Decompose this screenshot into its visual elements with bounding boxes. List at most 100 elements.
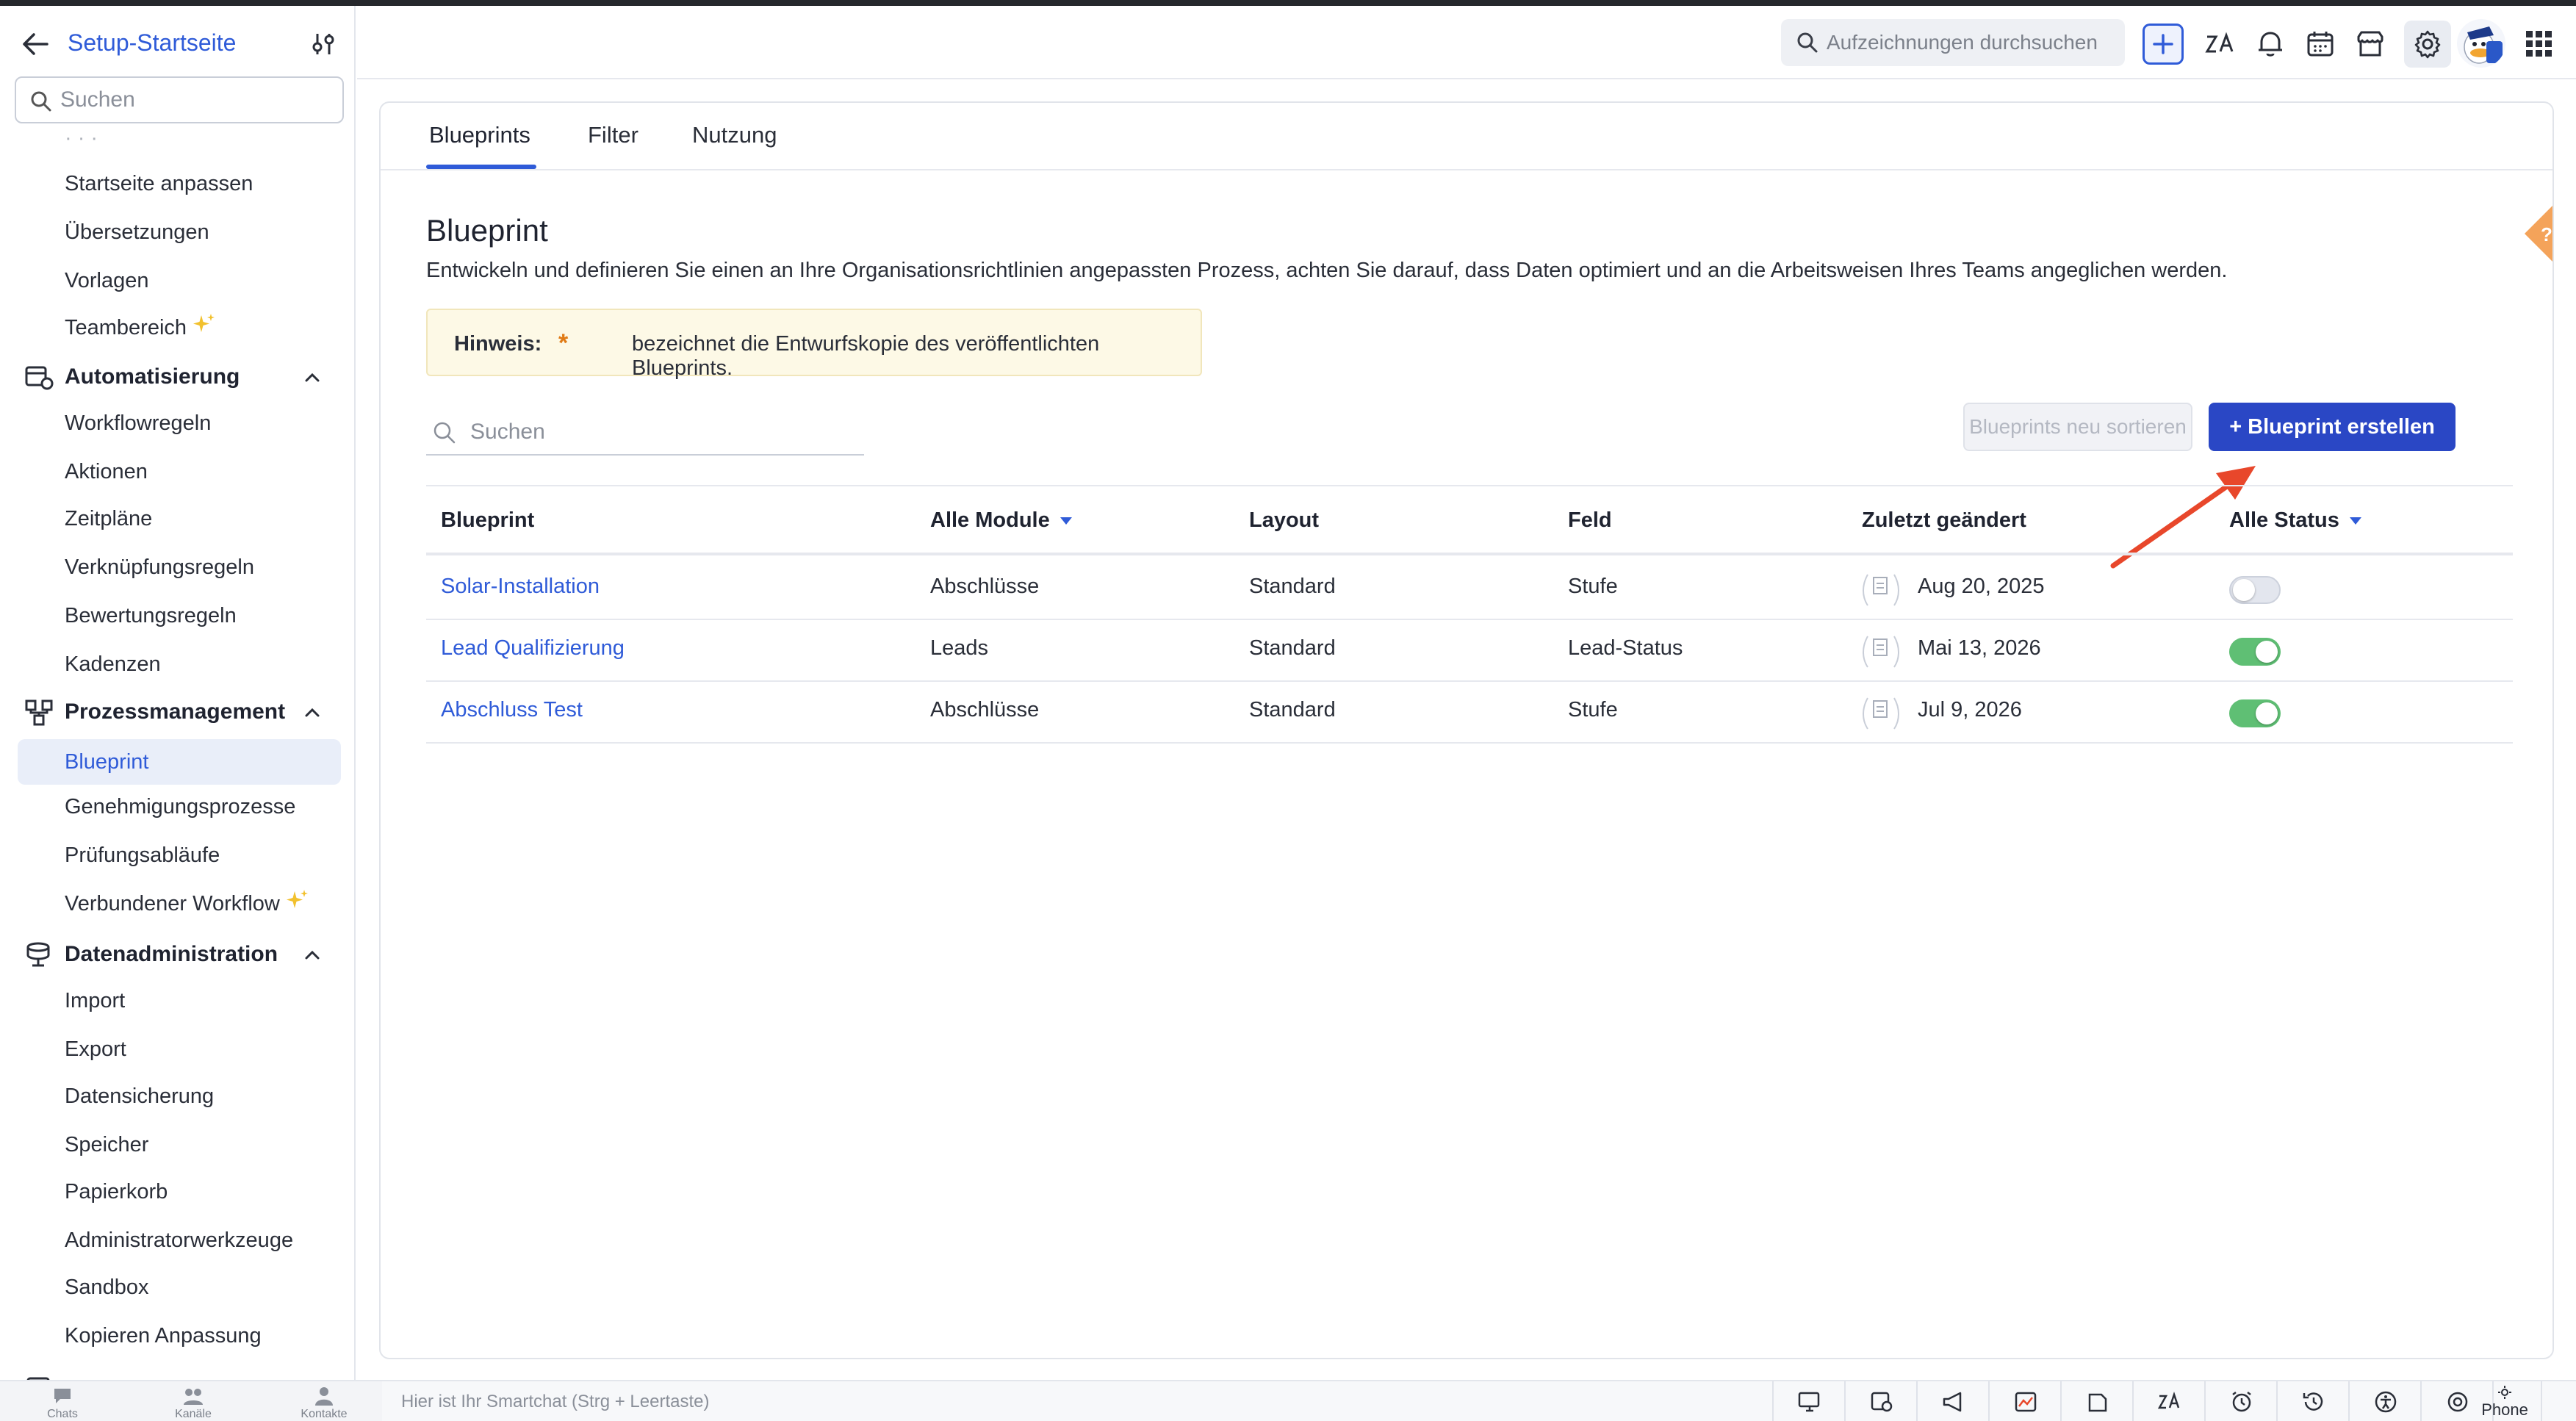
status-toggle[interactable]	[2229, 699, 2281, 727]
sidebar-item-verknuepfungsregeln[interactable]: Verknüpfungsregeln	[65, 553, 254, 582]
apps-grid-icon[interactable]	[2523, 28, 2555, 60]
blueprint-name-link[interactable]: Solar-Installation	[441, 575, 600, 599]
blueprint-search[interactable]	[426, 410, 864, 456]
create-new-button[interactable]	[2143, 24, 2184, 65]
back-arrow-icon[interactable]	[19, 28, 51, 60]
settings-button[interactable]	[2404, 21, 2451, 68]
create-blueprint-button[interactable]: + Blueprint erstellen	[2209, 403, 2456, 451]
sidebar-item-vorlagen[interactable]: Vorlagen	[65, 266, 149, 295]
sidebar-item-bewertungsregeln[interactable]: Bewertungsregeln	[65, 601, 237, 630]
marketplace-icon[interactable]	[2354, 28, 2386, 60]
header-status-filter[interactable]: Alle Status	[2229, 508, 2361, 533]
sidebar-item-zeitplaene[interactable]: Zeitpläne	[65, 504, 152, 533]
sidebar-item-kadenzen[interactable]: Kadenzen	[65, 650, 161, 679]
tab-blueprints[interactable]: Blueprints	[429, 122, 530, 148]
sidebar-search[interactable]	[15, 76, 344, 123]
sidebar-item-genehmigungsprozesse[interactable]: Genehmigungsprozesse	[65, 792, 295, 821]
sidebar-item-papierkorb[interactable]: Papierkorb	[65, 1177, 168, 1206]
at-sign-icon	[2447, 1392, 2468, 1412]
section-label: Datenadministration	[65, 942, 278, 966]
sidebar-item-label: Teambereich	[65, 316, 187, 339]
zia-bottom-button[interactable]	[2134, 1381, 2206, 1421]
tab-nutzung[interactable]: Nutzung	[692, 122, 777, 148]
analytics-button[interactable]	[1990, 1381, 2062, 1421]
setup-sidebar: Setup-Startseite · · · Startseite anpass…	[0, 6, 356, 1380]
alarm-button[interactable]	[2206, 1381, 2278, 1421]
tab-filter[interactable]: Filter	[588, 122, 638, 148]
sidebar-item-administratorwerkzeuge[interactable]: Administratorwerkzeuge	[65, 1226, 293, 1255]
help-icon[interactable]: ?	[2516, 198, 2554, 269]
notification-bell-icon[interactable]	[2254, 28, 2287, 60]
sidebar-item-pruefungsablaeufe[interactable]: Prüfungsabläufe	[65, 841, 220, 870]
header-module-filter[interactable]: Alle Module	[930, 508, 1072, 533]
sidebar-item-import[interactable]: Import	[65, 986, 125, 1015]
sidebar-title[interactable]: Setup-Startseite	[68, 29, 236, 57]
sidebar-header: Setup-Startseite	[0, 6, 354, 76]
toggle-knob	[2256, 641, 2278, 663]
field-cell: Lead-Status	[1568, 636, 1683, 660]
sidebar-item-aktionen[interactable]: Aktionen	[65, 457, 148, 486]
status-toggle[interactable]	[2229, 638, 2281, 666]
modifier-avatar-icon	[1863, 636, 1899, 668]
filter-settings-icon[interactable]	[309, 29, 338, 59]
screen-share-button[interactable]	[1774, 1381, 1846, 1421]
status-toggle[interactable]	[2229, 576, 2281, 604]
toggle-knob	[2256, 702, 2278, 724]
blueprint-name-link[interactable]: Lead Qualifizierung	[441, 636, 625, 661]
search-icon	[1797, 32, 1818, 53]
sidebar-section-datenadministration[interactable]: Datenadministration	[22, 936, 345, 973]
chevron-up-icon[interactable]	[303, 703, 322, 722]
accessibility-button[interactable]	[2350, 1381, 2422, 1421]
table-row[interactable]: Lead Qualifizierung Leads Standard Lead-…	[426, 620, 2513, 682]
table-row[interactable]: Abschluss Test Abschlüsse Standard Stufe…	[426, 682, 2513, 744]
hint-star: *	[558, 329, 569, 357]
sidebar-item-uebersetzungen[interactable]: Übersetzungen	[65, 217, 209, 247]
sidebar-item-export[interactable]: Export	[65, 1035, 126, 1064]
caret-down-icon	[2349, 517, 2361, 525]
announcement-button[interactable]	[1918, 1381, 1990, 1421]
header-blueprint[interactable]: Blueprint	[441, 508, 534, 533]
chevron-up-icon[interactable]	[303, 946, 322, 965]
table-row[interactable]: Solar-Installation Abschlüsse Standard S…	[426, 558, 2513, 620]
blueprint-name-link[interactable]: Abschluss Test	[441, 698, 583, 722]
search-icon	[31, 91, 51, 112]
history-button[interactable]	[2278, 1381, 2350, 1421]
sidebar-item-verbundener-workflow[interactable]: Verbundener Workflow	[65, 889, 309, 918]
sidebar-item-sandbox[interactable]: Sandbox	[65, 1273, 149, 1302]
module-cell: Abschlüsse	[930, 575, 1040, 598]
sidebar-section-prozessmanagement[interactable]: Prozessmanagement	[22, 694, 345, 730]
section-label: Automatisierung	[65, 364, 240, 389]
blueprint-search-input[interactable]	[470, 417, 852, 447]
page-description: Entwickeln und definieren Sie einen an I…	[426, 259, 2228, 282]
user-avatar[interactable]	[2457, 19, 2505, 68]
sidebar-item-workflowregeln[interactable]: Workflowregeln	[65, 409, 211, 438]
smartchat-input[interactable]: Hier ist Ihr Smartchat (Strg + Leertaste…	[401, 1392, 709, 1412]
sidebar-scroll[interactable]: · · · Startseite anpassen Übersetzungen …	[0, 128, 354, 1380]
chevron-up-icon[interactable]	[303, 368, 322, 387]
channels-tab[interactable]: Kanäle	[153, 1386, 234, 1421]
sidebar-search-input[interactable]	[60, 85, 332, 115]
sidebar-section-clipped[interactable]	[22, 1370, 345, 1380]
reorder-blueprints-button[interactable]: Blueprints neu sortieren	[1963, 403, 2192, 451]
sidebar-item-startseite-anpassen[interactable]: Startseite anpassen	[65, 169, 253, 198]
global-search[interactable]: Aufzeichnungen durchsuchen	[1781, 19, 2125, 66]
zia-icon	[2157, 1392, 2180, 1409]
calendar-icon[interactable]	[2304, 28, 2336, 60]
contacts-tab[interactable]: Kontakte	[284, 1386, 364, 1421]
accessibility-icon	[2375, 1391, 2397, 1413]
contact-icon	[315, 1387, 333, 1406]
zia-icon[interactable]	[2204, 28, 2237, 60]
meeting-button[interactable]	[1846, 1381, 1918, 1421]
tasks-button[interactable]	[2062, 1381, 2134, 1421]
sidebar-item-teambereich[interactable]: Teambereich	[65, 313, 216, 342]
sidebar-item-blueprint[interactable]: Blueprint	[18, 739, 341, 785]
active-tab-indicator	[426, 165, 536, 169]
sidebar-item-datensicherung[interactable]: Datensicherung	[65, 1082, 214, 1111]
sidebar-item-speicher[interactable]: Speicher	[65, 1130, 148, 1159]
sidebar-item-kopieren-anpassung[interactable]: Kopieren Anpassung	[65, 1321, 262, 1350]
chats-tab[interactable]: Chats	[22, 1386, 103, 1421]
field-cell: Stufe	[1568, 698, 1618, 722]
sidebar-section-automatisierung[interactable]: Automatisierung	[22, 359, 345, 395]
messenger-bar: Chats Kanäle Kontakte	[0, 1380, 382, 1421]
phone-button[interactable]: Phone	[2469, 1381, 2542, 1421]
